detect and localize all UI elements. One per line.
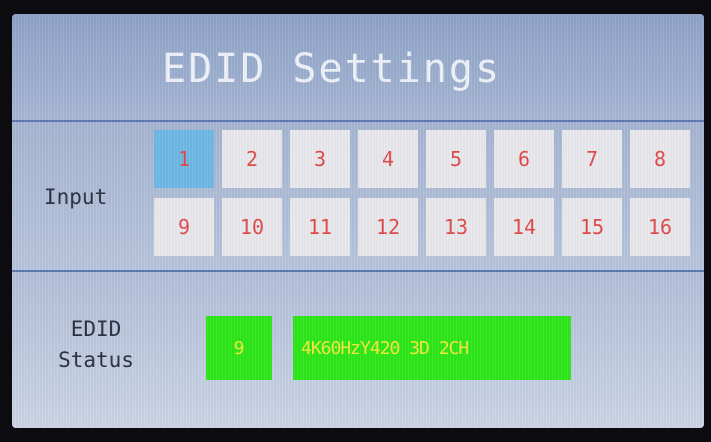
status-input-number: 9 <box>206 316 272 380</box>
input-button-9[interactable]: 9 <box>154 198 214 256</box>
input-button-5[interactable]: 5 <box>426 130 486 188</box>
input-button-11[interactable]: 11 <box>290 198 350 256</box>
input-button-10[interactable]: 10 <box>222 198 282 256</box>
input-button-8[interactable]: 8 <box>630 130 690 188</box>
input-button-1[interactable]: 1 <box>154 130 214 188</box>
input-button-16[interactable]: 16 <box>630 198 690 256</box>
status-edid-value: 4K60HzY420 3D 2CH <box>293 316 571 380</box>
input-button-15[interactable]: 15 <box>562 198 622 256</box>
input-button-2[interactable]: 2 <box>222 130 282 188</box>
input-label: Input <box>44 185 108 209</box>
input-button-12[interactable]: 12 <box>358 198 418 256</box>
edid-status-section: EDID Status 9 4K60HzY420 3D 2CH <box>12 272 704 428</box>
input-button-7[interactable]: 7 <box>562 130 622 188</box>
edid-status-label-line1: EDID <box>70 317 122 341</box>
page-title: EDID Settings <box>162 46 502 92</box>
input-button-4[interactable]: 4 <box>358 130 418 188</box>
edid-status-label: EDID Status <box>46 314 146 374</box>
title-bar: EDID Settings <box>12 14 704 122</box>
edid-status-label-line2: Status <box>58 348 134 372</box>
lcd-screen: EDID Settings Input 1 2 3 4 5 6 7 8 9 10… <box>12 14 704 428</box>
input-button-14[interactable]: 14 <box>494 198 554 256</box>
input-button-3[interactable]: 3 <box>290 130 350 188</box>
input-button-13[interactable]: 13 <box>426 198 486 256</box>
input-section: Input 1 2 3 4 5 6 7 8 9 10 11 12 13 14 1… <box>12 122 704 272</box>
input-button-6[interactable]: 6 <box>494 130 554 188</box>
